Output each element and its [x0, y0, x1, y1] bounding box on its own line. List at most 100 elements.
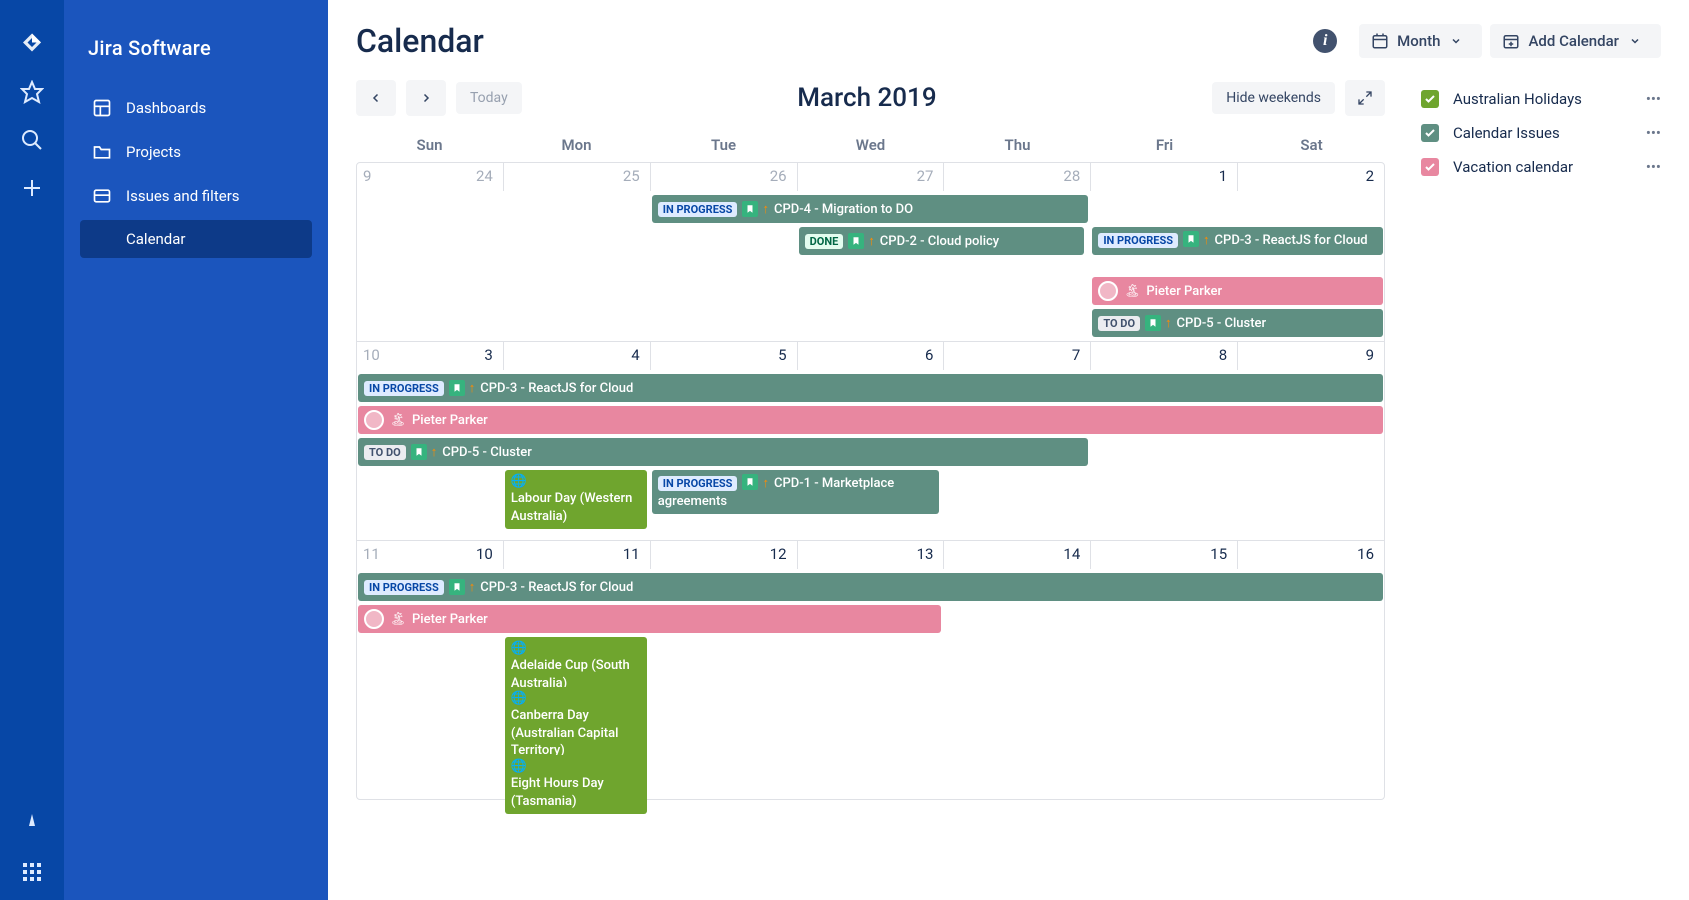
calendar-week: 1110 11 12 13 14 15 16 IN PROGRESS↑CPD-3…: [357, 541, 1384, 799]
sidebar-item-label: Calendar: [126, 230, 186, 248]
story-icon: [1183, 231, 1199, 247]
more-icon[interactable]: •••: [1646, 90, 1661, 108]
day-cell[interactable]: 12: [651, 541, 798, 569]
legend-item[interactable]: Calendar Issues •••: [1421, 116, 1661, 150]
event-holiday[interactable]: 🌐Canberra Day (Australian Capital Territ…: [505, 687, 647, 764]
dow-label: Sat: [1238, 128, 1385, 162]
status-badge: IN PROGRESS: [658, 476, 738, 491]
day-cell[interactable]: 11: [504, 541, 651, 569]
day-cell[interactable]: 26: [651, 163, 798, 191]
globe-icon: 🌐: [511, 759, 527, 775]
palm-icon: 🏝: [390, 412, 406, 428]
jira-logo-icon[interactable]: [12, 24, 52, 64]
avatar-icon: [364, 609, 384, 629]
sidebar-item-dashboards[interactable]: Dashboards: [80, 88, 312, 128]
view-select[interactable]: Month: [1359, 24, 1482, 58]
app-title: Jira Software: [88, 36, 312, 60]
event-vacation[interactable]: 🏝Pieter Parker: [358, 605, 941, 633]
avatar-icon: [1098, 281, 1118, 301]
day-cell[interactable]: 4: [504, 342, 651, 370]
day-cell[interactable]: 924: [357, 163, 504, 191]
day-cell[interactable]: 14: [944, 541, 1091, 569]
status-badge: IN PROGRESS: [364, 381, 444, 396]
sidebar-item-label: Issues and filters: [126, 187, 240, 205]
sidebar-item-issues[interactable]: Issues and filters: [80, 176, 312, 216]
event-issue[interactable]: IN PROGRESS↑CPD-3 - ReactJS for Cloud: [358, 573, 1383, 601]
day-cell[interactable]: 13: [798, 541, 945, 569]
event-vacation[interactable]: 🏝Pieter Parker: [1092, 277, 1383, 305]
fullscreen-button[interactable]: [1345, 80, 1385, 116]
search-icon[interactable]: [12, 120, 52, 160]
day-cell[interactable]: 28: [944, 163, 1091, 191]
day-cell[interactable]: 2: [1238, 163, 1384, 191]
event-issue[interactable]: DONE↑CPD-2 - Cloud policy: [799, 227, 1085, 255]
sidebar-item-label: Projects: [126, 143, 181, 161]
calendar-week: 924 25 26 27 28 1 2 IN PROGRESS↑CPD-4 - …: [357, 163, 1384, 342]
event-holiday[interactable]: 🌐Labour Day (Western Australia): [505, 470, 647, 529]
sidebar-item-projects[interactable]: Projects: [80, 132, 312, 172]
day-cell[interactable]: 1: [1091, 163, 1238, 191]
chevron-right-icon: [420, 92, 432, 104]
global-nav-rail: [0, 0, 64, 900]
day-cell[interactable]: 15: [1091, 541, 1238, 569]
globe-icon: 🌐: [511, 474, 527, 490]
avatar-icon: [364, 410, 384, 430]
dow-label: Thu: [944, 128, 1091, 162]
day-cell[interactable]: 25: [504, 163, 651, 191]
plus-icon[interactable]: [12, 168, 52, 208]
globe-icon: 🌐: [511, 691, 527, 707]
day-cell[interactable]: 103: [357, 342, 504, 370]
notification-icon[interactable]: [12, 804, 52, 844]
main-content: Calendar i Month Add Calendar Today Marc…: [328, 0, 1689, 900]
event-issue[interactable]: IN PROGRESS↑CPD-3 - ReactJS for Cloud: [358, 374, 1383, 402]
story-icon: [742, 474, 758, 490]
today-button[interactable]: Today: [456, 82, 522, 114]
dow-label: Fri: [1091, 128, 1238, 162]
day-cell[interactable]: 7: [944, 342, 1091, 370]
event-holiday[interactable]: 🌐Eight Hours Day (Tasmania): [505, 755, 647, 814]
event-issue[interactable]: TO DO↑CPD-5 - Cluster: [1092, 309, 1383, 337]
status-badge: IN PROGRESS: [1098, 233, 1178, 248]
sidebar-item-calendar[interactable]: Calendar: [80, 220, 312, 258]
dow-label: Tue: [650, 128, 797, 162]
week-number: 11: [363, 545, 380, 563]
day-cell[interactable]: 9: [1238, 342, 1384, 370]
queue-icon: [92, 186, 112, 206]
star-icon[interactable]: [12, 72, 52, 112]
story-icon: [411, 444, 427, 460]
story-icon: [848, 233, 864, 249]
prev-button[interactable]: [356, 80, 396, 116]
legend-item[interactable]: Australian Holidays •••: [1421, 82, 1661, 116]
more-icon[interactable]: •••: [1646, 124, 1661, 142]
apps-icon[interactable]: [12, 852, 52, 892]
checkbox-icon[interactable]: [1421, 158, 1439, 176]
event-issue[interactable]: TO DO↑CPD-5 - Cluster: [358, 438, 1088, 466]
page-title: Calendar: [356, 22, 1313, 60]
dow-label: Wed: [797, 128, 944, 162]
next-button[interactable]: [406, 80, 446, 116]
checkbox-icon[interactable]: [1421, 124, 1439, 142]
event-vacation[interactable]: 🏝Pieter Parker: [358, 406, 1383, 434]
legend-item[interactable]: Vacation calendar •••: [1421, 150, 1661, 184]
day-cell[interactable]: 27: [798, 163, 945, 191]
event-issue[interactable]: IN PROGRESS↑CPD-4 - Migration to DO: [652, 195, 1088, 223]
globe-icon: 🌐: [511, 641, 527, 657]
view-label: Month: [1397, 32, 1440, 50]
day-cell[interactable]: 5: [651, 342, 798, 370]
folder-icon: [92, 142, 112, 162]
day-cell[interactable]: 8: [1091, 342, 1238, 370]
day-cell[interactable]: 6: [798, 342, 945, 370]
event-issue[interactable]: IN PROGRESS↑CPD-1 - Marketplace agreemen…: [652, 470, 940, 514]
more-icon[interactable]: •••: [1646, 158, 1661, 176]
event-issue[interactable]: IN PROGRESS↑CPD-3 - ReactJS for Cloud: [1092, 227, 1383, 255]
calendar-icon: [1371, 32, 1389, 50]
sidebar-item-label: Dashboards: [126, 99, 206, 117]
day-cell[interactable]: 1110: [357, 541, 504, 569]
day-cell[interactable]: 16: [1238, 541, 1384, 569]
hide-weekends-button[interactable]: Hide weekends: [1212, 82, 1335, 114]
add-calendar-button[interactable]: Add Calendar: [1490, 24, 1661, 58]
info-icon[interactable]: i: [1313, 29, 1337, 53]
story-icon: [742, 201, 758, 217]
checkbox-icon[interactable]: [1421, 90, 1439, 108]
calendar-legend: Australian Holidays ••• Calendar Issues …: [1421, 80, 1661, 900]
